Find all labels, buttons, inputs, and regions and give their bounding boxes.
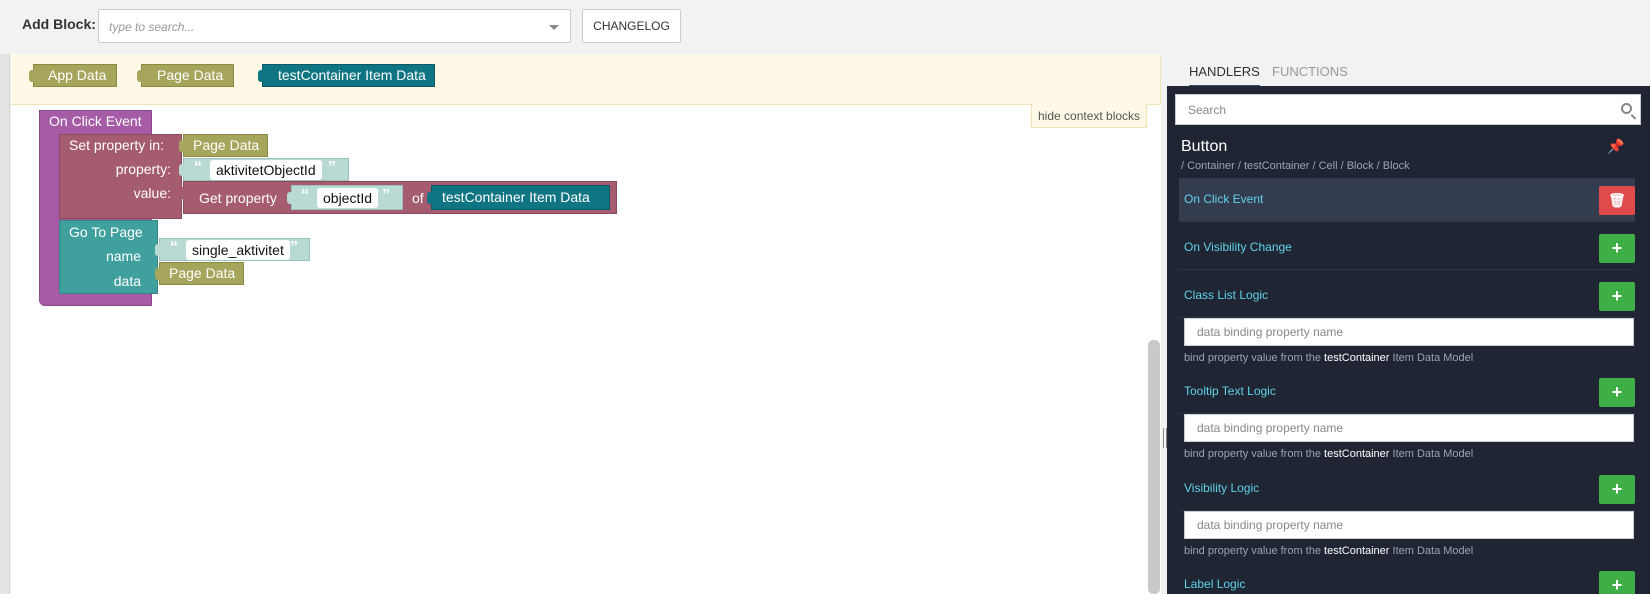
add-handler-button[interactable]: + — [1599, 475, 1635, 504]
data-binding-input[interactable]: data binding property name — [1184, 318, 1634, 346]
on-click-event-label: On Click Event — [49, 113, 142, 129]
close-quote-icon: ” — [328, 159, 336, 176]
handler-row[interactable]: Class List Logic + — [1179, 274, 1635, 318]
handler-name[interactable]: Class List Logic — [1184, 288, 1268, 302]
dropdown-arrow-icon[interactable] — [549, 25, 559, 30]
handler-search-placeholder: Search — [1188, 103, 1227, 117]
data-binding-hint: bind property value from the testContain… — [1184, 545, 1474, 557]
app-data-context-block[interactable]: App Data — [29, 64, 117, 87]
blocks-workspace[interactable]: App Data Page Data testContainer Item Da… — [11, 54, 1161, 594]
app-data-label: App Data — [48, 67, 107, 83]
handler-row[interactable]: Label Logic + — [1179, 563, 1635, 594]
logic-editor: Add Block: type to search... CHANGELOG A… — [0, 0, 1650, 594]
add-handler-button[interactable]: + — [1599, 571, 1635, 594]
pin-icon[interactable]: 📌 — [1607, 138, 1624, 155]
container-item-data-context-block[interactable]: testContainer Item Data — [258, 64, 435, 87]
open-quote-icon: “ — [301, 187, 309, 204]
add-block-search-select[interactable]: type to search... — [98, 9, 571, 43]
selected-block-path: / Container / testContainer / Cell / Blo… — [1181, 160, 1410, 172]
open-quote-icon: “ — [170, 239, 178, 256]
left-gutter — [0, 54, 10, 594]
selected-block-title: Button — [1181, 138, 1228, 155]
add-handler-button[interactable]: + — [1599, 234, 1635, 263]
handler-row[interactable]: On Visibility Change + — [1179, 226, 1635, 270]
add-block-placeholder: type to search... — [109, 20, 195, 34]
handler-name[interactable]: Tooltip Text Logic — [1184, 384, 1276, 398]
get-property-source-label: testContainer Item Data — [442, 189, 590, 205]
hide-context-blocks-link[interactable]: hide context blocks — [1031, 104, 1148, 128]
set-property-in-label: Set property in: — [69, 137, 164, 153]
handlers-panel: HANDLERS FUNCTIONS Search Button / Conta… — [1167, 54, 1650, 594]
handler-row[interactable]: On Click Event 🗑 — [1179, 178, 1635, 222]
data-label: data — [113, 273, 141, 289]
container-item-data-label: testContainer Item Data — [278, 67, 426, 83]
add-block-label: Add Block: — [22, 16, 96, 32]
open-quote-icon: “ — [194, 159, 202, 176]
data-binding-input[interactable]: data binding property name — [1184, 414, 1634, 442]
data-binding-hint: bind property value from the testContain… — [1184, 448, 1474, 460]
of-label: of — [412, 190, 424, 206]
get-property-key-field[interactable]: objectId — [317, 188, 379, 208]
handler-search-input[interactable]: Search — [1175, 94, 1641, 125]
data-binding-hint: bind property value from the testContain… — [1184, 352, 1474, 364]
data-page-data-block[interactable]: Page Data — [155, 262, 244, 285]
property-value-field[interactable]: aktivitetObjectId — [210, 160, 322, 180]
tab-functions[interactable]: FUNCTIONS — [1272, 64, 1348, 85]
value-label: value: — [133, 185, 171, 201]
context-blocks-bar: App Data Page Data testContainer Item Da… — [11, 54, 1161, 105]
handler-row[interactable]: Visibility Logic + — [1179, 467, 1635, 511]
get-property-source-block[interactable]: testContainer Item Data — [427, 185, 610, 210]
handler-name[interactable]: On Click Event — [1184, 192, 1263, 206]
property-label: property: — [115, 161, 171, 177]
set-target-page-data-block[interactable]: Page Data — [179, 134, 268, 157]
close-quote-icon: ” — [382, 187, 390, 204]
page-data-label: Page Data — [157, 67, 224, 83]
page-name-text-block[interactable]: “ single_aktivitet ” — [155, 238, 310, 261]
add-handler-button[interactable]: + — [1599, 378, 1635, 407]
handler-name[interactable]: Label Logic — [1184, 577, 1245, 591]
data-value-label: Page Data — [169, 265, 236, 281]
handler-name[interactable]: Visibility Logic — [1184, 481, 1259, 495]
go-to-page-block[interactable]: Go To Page name data — [59, 220, 158, 294]
data-binding-input[interactable]: data binding property name — [1184, 511, 1634, 539]
tab-handlers[interactable]: HANDLERS — [1189, 64, 1260, 87]
search-icon — [1621, 103, 1632, 114]
property-text-block[interactable]: “ aktivitetObjectId ” — [179, 158, 349, 181]
close-quote-icon: ” — [290, 239, 298, 256]
handler-name[interactable]: On Visibility Change — [1184, 240, 1292, 254]
page-data-context-block[interactable]: Page Data — [137, 64, 234, 87]
set-property-block[interactable]: Set property in: property: value: — [59, 134, 182, 219]
delete-handler-button[interactable]: 🗑 — [1599, 186, 1635, 215]
workspace-vertical-scrollbar[interactable] — [1148, 340, 1160, 594]
handler-row[interactable]: Tooltip Text Logic + — [1179, 370, 1635, 414]
changelog-button[interactable]: CHANGELOG — [582, 9, 681, 43]
set-target-label: Page Data — [193, 137, 260, 153]
handlers-list: Search Button / Container / testContaine… — [1167, 86, 1650, 594]
get-property-label: Get property — [199, 190, 277, 206]
go-to-page-label: Go To Page — [69, 224, 143, 240]
add-handler-button[interactable]: + — [1599, 282, 1635, 311]
get-property-key-text-block[interactable]: “ objectId ” — [287, 185, 403, 210]
page-name-field[interactable]: single_aktivitet — [186, 240, 290, 260]
name-label: name — [105, 248, 141, 264]
